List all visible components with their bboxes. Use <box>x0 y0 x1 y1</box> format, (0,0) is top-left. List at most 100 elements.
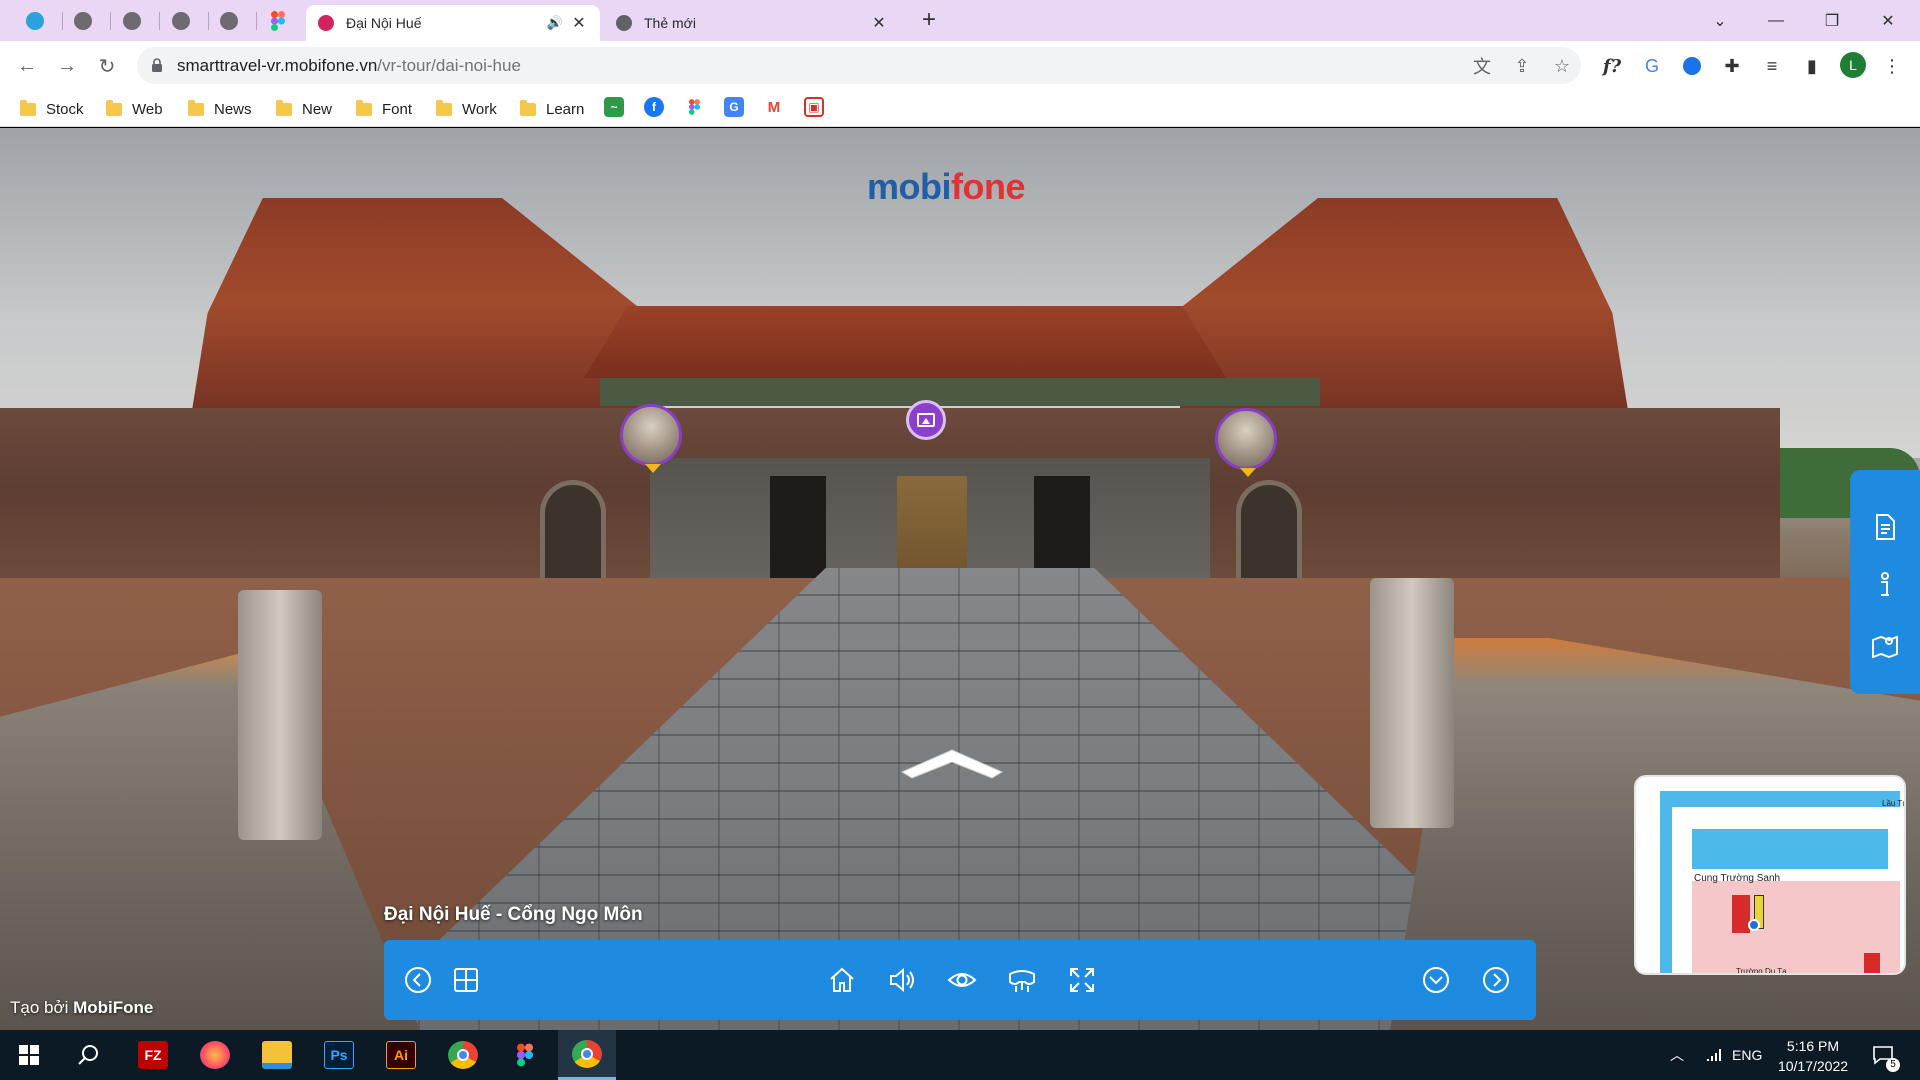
extension-circle-icon[interactable] <box>1680 54 1704 78</box>
new-tab-button[interactable]: + <box>916 8 942 34</box>
windows-start-icon[interactable] <box>0 1030 58 1080</box>
tour-control-bar <box>384 940 1536 1020</box>
facebook-icon[interactable]: f <box>644 97 664 117</box>
google-translate-bookmark-icon[interactable]: G <box>724 97 744 117</box>
figma-icon <box>271 11 285 31</box>
move-forward-arrow-icon[interactable] <box>900 746 1004 780</box>
network-icon[interactable] <box>1704 1030 1722 1080</box>
show-hidden-icons-chevron-icon[interactable]: ︿ <box>1670 1030 1684 1080</box>
tab-search-chevron-icon[interactable]: ⌄ <box>1692 0 1748 41</box>
taskbar-app-illustrator[interactable]: Ai <box>372 1030 430 1080</box>
bookmark-label: New <box>302 100 333 118</box>
address-bar[interactable]: smarttravel-vr.mobifone.vn/vr-tour/dai-n… <box>137 47 1581 84</box>
bookmark-site-icon[interactable]: ~ <box>604 97 624 117</box>
bookmark-folder-work[interactable]: Work <box>436 97 497 121</box>
media-control-icon[interactable]: ≡ <box>1760 54 1784 78</box>
globe-icon <box>74 12 92 30</box>
bookmark-folder-news[interactable]: News <box>188 97 252 121</box>
notifications-icon[interactable]: 5 <box>1872 1030 1900 1080</box>
tab-dai-noi-hue[interactable]: Đại Nội Huế 🔊 ✕ <box>306 5 600 41</box>
bookmark-folder-stock[interactable]: Stock <box>20 97 84 121</box>
vr-headset-icon[interactable] <box>1006 964 1038 996</box>
taskbar-app-photoshop[interactable]: Ps <box>310 1030 368 1080</box>
side-panel-icon[interactable]: ▮ <box>1800 54 1824 78</box>
pinned-tab-globe-3[interactable] <box>168 8 194 34</box>
bookmark-label: News <box>214 100 252 118</box>
pinned-tab-figma[interactable] <box>265 8 291 34</box>
bookmark-folder-web[interactable]: Web <box>106 97 163 121</box>
extensions-puzzle-icon[interactable]: ✚ <box>1720 54 1744 78</box>
green-roof-tiles <box>600 378 1320 406</box>
mobifone-logo: mobifone <box>867 166 1026 208</box>
gallery-hotspot[interactable] <box>906 400 946 440</box>
figma-bookmark-icon[interactable] <box>684 97 704 117</box>
document-icon[interactable] <box>1870 512 1900 542</box>
restore-button[interactable]: ❐ <box>1804 0 1860 41</box>
bookmark-folder-learn[interactable]: Learn <box>520 97 584 121</box>
taskbar-app-chrome[interactable] <box>434 1030 492 1080</box>
language-indicator[interactable]: ENG <box>1732 1030 1762 1080</box>
scene-hotspot-left[interactable] <box>620 404 682 473</box>
back-arrow-icon[interactable]: ← <box>12 51 42 81</box>
chrome-icon <box>572 1039 602 1068</box>
bookmark-star-icon[interactable]: ☆ <box>1551 55 1573 77</box>
info-icon[interactable] <box>1870 570 1900 600</box>
next-scene-icon[interactable] <box>1480 964 1512 996</box>
vr-panorama-view[interactable]: mobifone Cung Trường Sanh Trường Du Tạ L… <box>0 128 1920 1030</box>
minimap[interactable]: Cung Trường Sanh Trường Du Tạ Lầu Tứ <box>1634 775 1906 975</box>
bookmark-folder-new[interactable]: New <box>276 97 332 121</box>
thumbnails-grid-icon[interactable] <box>450 964 482 996</box>
scene-hotspot-right[interactable] <box>1215 408 1277 477</box>
folder-icon <box>106 99 122 116</box>
reload-icon[interactable]: ↻ <box>92 51 122 81</box>
folder-icon <box>20 99 36 116</box>
pinned-tab-globe-1[interactable] <box>70 8 96 34</box>
taskbar-app-chrome-profile[interactable] <box>558 1030 616 1080</box>
extension-fx-icon[interactable]: f? <box>1600 54 1624 78</box>
firefox-icon <box>200 1041 230 1069</box>
pinned-tab-globe-2[interactable] <box>119 8 145 34</box>
taskbar-app-firefox[interactable] <box>186 1030 244 1080</box>
telegram-icon <box>26 12 44 30</box>
google-translate-extension-icon[interactable]: G <box>1640 54 1664 78</box>
previous-scene-icon[interactable] <box>402 964 434 996</box>
tab-separator <box>159 12 160 30</box>
taskbar-app-filezilla[interactable]: FZ <box>124 1030 182 1080</box>
home-icon[interactable] <box>826 964 858 996</box>
forward-arrow-icon[interactable]: → <box>52 51 82 81</box>
collapse-menu-icon[interactable] <box>1420 964 1452 996</box>
bookmark-red-icon[interactable]: ▣ <box>804 97 824 117</box>
minimap-water-block <box>1692 829 1888 869</box>
taskbar-app-figma[interactable] <box>496 1030 554 1080</box>
speaker-icon[interactable]: 🔊 <box>546 14 564 32</box>
close-tab-icon[interactable]: ✕ <box>870 14 888 32</box>
sound-icon[interactable] <box>886 964 918 996</box>
taskbar-app-file-explorer[interactable] <box>248 1030 306 1080</box>
translate-icon[interactable]: 文 <box>1471 55 1493 77</box>
system-clock[interactable]: 5:16 PM 10/17/2022 <box>1768 1036 1858 1076</box>
minimize-button[interactable]: — <box>1748 0 1804 41</box>
bookmarks-bar: Stock Web News New Font Work Learn <box>0 90 1920 127</box>
pinned-tab-globe-4[interactable] <box>216 8 242 34</box>
bookmark-label: Work <box>462 100 497 118</box>
profile-avatar[interactable]: L <box>1840 52 1866 78</box>
map-icon[interactable] <box>1870 630 1900 660</box>
view-mode-eye-icon[interactable] <box>946 964 978 996</box>
share-icon[interactable]: ⇪ <box>1511 55 1533 77</box>
notification-count-badge: 5 <box>1886 1058 1900 1072</box>
clock-time: 5:16 PM <box>1786 1038 1840 1054</box>
minimap-label: Cung Trường Sanh <box>1694 873 1781 884</box>
pinned-tab-telegram[interactable] <box>22 8 48 34</box>
chrome-icon <box>616 15 632 31</box>
fullscreen-icon[interactable] <box>1066 964 1098 996</box>
bookmark-folder-font[interactable]: Font <box>356 97 412 121</box>
close-tab-icon[interactable]: ✕ <box>570 14 588 32</box>
more-menu-icon[interactable]: ⋮ <box>1880 54 1904 78</box>
close-window-button[interactable]: ✕ <box>1860 0 1916 41</box>
scene-caption: Đại Nội Huế - Cổng Ngọ Môn <box>384 904 643 925</box>
url-text[interactable]: smarttravel-vr.mobifone.vn/vr-tour/dai-n… <box>177 56 521 76</box>
tab-new-tab[interactable]: Thẻ mới ✕ <box>604 5 900 41</box>
search-icon[interactable] <box>60 1030 118 1080</box>
logo-text-fone: fone <box>951 166 1026 207</box>
gmail-icon[interactable]: M <box>764 97 784 117</box>
